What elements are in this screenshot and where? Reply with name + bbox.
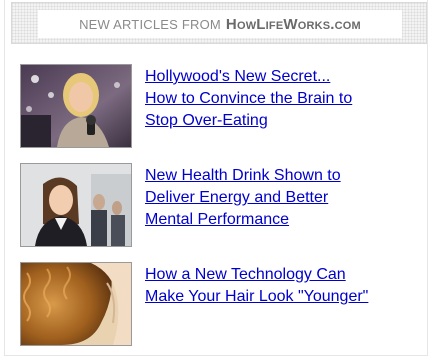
curly-hair-woman-photo	[21, 263, 131, 345]
header-brand[interactable]: HowLifeWorks.com	[226, 16, 361, 33]
article-thumbnail[interactable]	[20, 262, 132, 346]
article-thumbnail[interactable]	[20, 163, 132, 247]
article-item: New Health Drink Shown to Deliver Energy…	[20, 163, 420, 249]
article-item: How a New Technology Can Make Your Hair …	[20, 262, 420, 348]
widget-header-title: NEW ARTICLES FROM HowLifeWorks.com	[38, 10, 402, 38]
article-thumbnail[interactable]	[20, 64, 132, 148]
article-link[interactable]: How a New Technology Can Make Your Hair …	[145, 264, 417, 308]
business-woman-photo	[21, 164, 131, 246]
article-link[interactable]: New Health Drink Shown to Deliver Energy…	[145, 165, 417, 231]
celebrity-red-carpet-photo	[21, 65, 131, 147]
widget-header: NEW ARTICLES FROM HowLifeWorks.com	[11, 2, 427, 44]
header-prefix: NEW ARTICLES FROM	[79, 16, 221, 32]
article-item: Hollywood's New Secret... How to Convinc…	[20, 64, 420, 150]
article-link[interactable]: Hollywood's New Secret... How to Convinc…	[145, 66, 417, 132]
